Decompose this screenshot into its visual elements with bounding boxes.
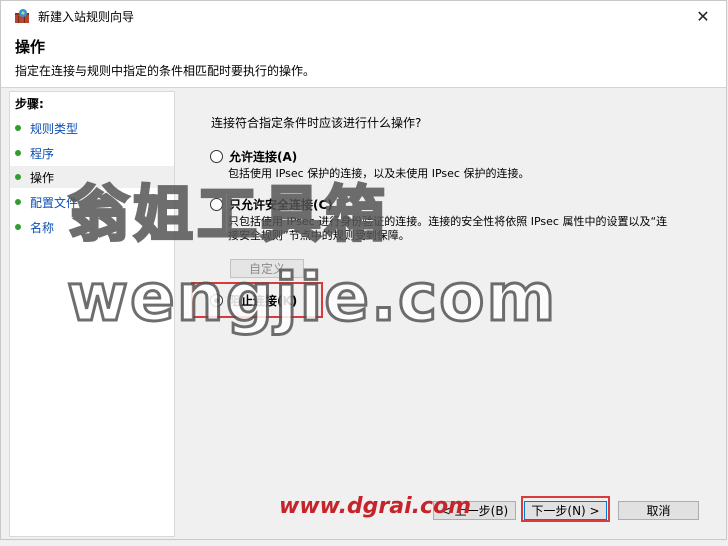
- action-question: 连接符合指定条件时应该进行什么操作?: [211, 116, 422, 130]
- step-label: 名称: [30, 220, 55, 235]
- radio-circle-icon: [210, 150, 223, 163]
- page-description: 指定在连接与规则中指定的条件相匹配时要执行的操作。: [15, 64, 316, 78]
- radio-allow-connection[interactable]: 允许连接(A): [210, 148, 297, 165]
- step-dot-icon: [15, 174, 21, 180]
- radio-label-block: 阻止连接(K): [229, 294, 298, 308]
- step-label: 配置文件: [30, 195, 79, 210]
- close-icon: ✕: [696, 6, 710, 26]
- wizard-header: 操作 指定在连接与规则中指定的条件相匹配时要执行的操作。: [1, 31, 726, 88]
- step-label: 规则类型: [30, 121, 79, 136]
- page-title: 操作: [15, 38, 46, 56]
- radio-circle-icon: [210, 198, 223, 211]
- step-label: 操作: [30, 170, 55, 185]
- main-content: 连接符合指定条件时应该进行什么操作? 允许连接(A) 包括使用 IPsec 保护…: [177, 91, 719, 537]
- back-button[interactable]: < 上一步(B): [433, 501, 516, 520]
- step-rule-type[interactable]: 规则类型: [10, 117, 174, 139]
- radio-allow-secure-connection[interactable]: 只允许安全连接(C): [210, 196, 333, 213]
- radio-label-allow: 允许连接(A): [229, 150, 298, 164]
- step-profile[interactable]: 配置文件: [10, 191, 174, 213]
- step-dot-icon: [15, 199, 21, 205]
- step-name[interactable]: 名称: [10, 216, 174, 238]
- allow-description: 包括使用 IPsec 保护的连接，以及未使用 IPsec 保护的连接。: [228, 167, 530, 180]
- wizard-window: 新建入站规则向导 ✕ 操作 指定在连接与规则中指定的条件相匹配时要执行的操作。 …: [0, 0, 727, 540]
- window-title: 新建入站规则向导: [38, 10, 135, 24]
- step-action[interactable]: 操作: [10, 166, 174, 188]
- radio-block-connection[interactable]: 阻止连接(K): [210, 292, 297, 309]
- step-program[interactable]: 程序: [10, 142, 174, 164]
- step-label: 程序: [30, 146, 55, 161]
- step-dot-icon: [15, 224, 21, 230]
- secure-description: 只包括使用 IPsec 进行身份验证的连接。连接的安全性将依照 IPsec 属性…: [228, 215, 668, 242]
- next-button[interactable]: 下一步(N) >: [524, 501, 607, 520]
- steps-title: 步骤:: [15, 97, 44, 111]
- firewall-app-icon: [15, 9, 29, 23]
- customize-button[interactable]: 自定义: [230, 259, 304, 278]
- title-bar[interactable]: 新建入站规则向导 ✕: [1, 1, 726, 31]
- step-dot-icon: [15, 150, 21, 156]
- close-button[interactable]: ✕: [680, 1, 726, 31]
- radio-label-secure: 只允许安全连接(C): [229, 198, 333, 212]
- radio-selected-icon: [210, 294, 223, 307]
- steps-panel: 步骤: 规则类型 程序 操作 配置文件 名称: [9, 91, 175, 537]
- cancel-button[interactable]: 取消: [618, 501, 699, 520]
- step-dot-icon: [15, 125, 21, 131]
